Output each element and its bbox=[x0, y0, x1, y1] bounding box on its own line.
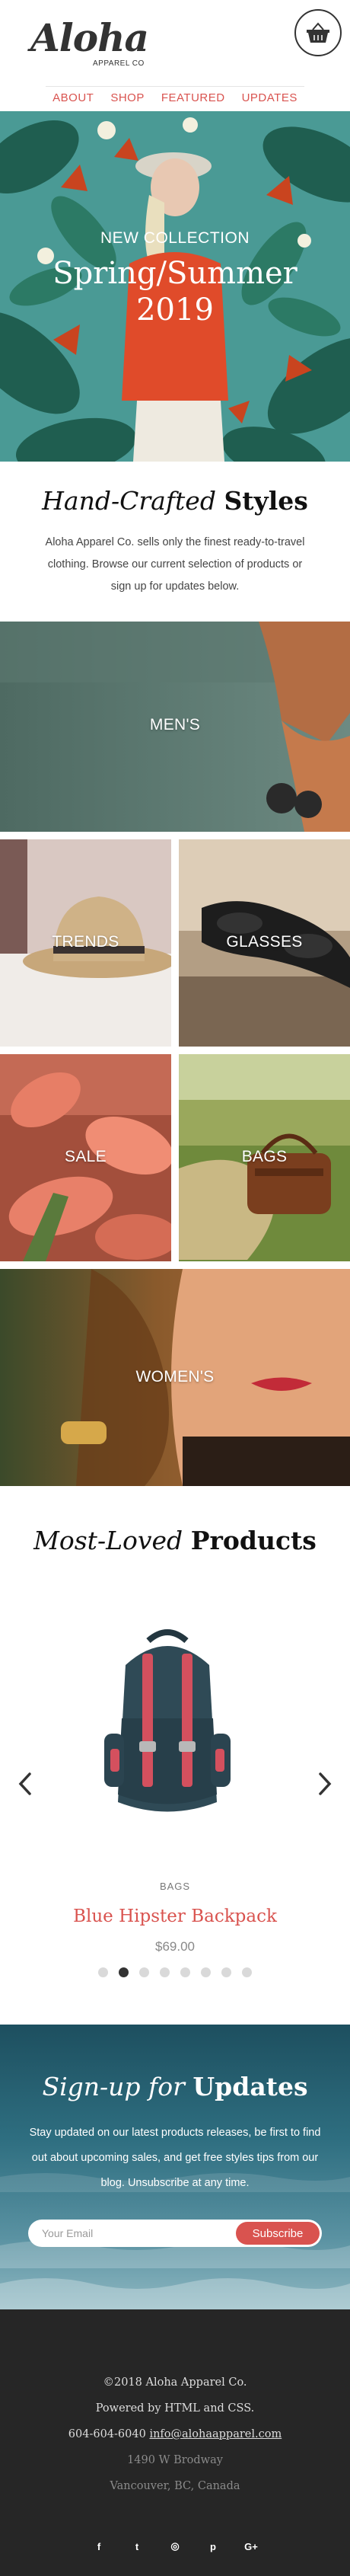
category-label-women: WOMEN'S bbox=[135, 1368, 215, 1385]
logo-subtitle: APPAREL CO bbox=[93, 59, 145, 68]
carousel-dot[interactable] bbox=[160, 1967, 170, 1977]
carousel-dot[interactable] bbox=[242, 1967, 252, 1977]
google-plus-icon[interactable]: G+ bbox=[243, 2538, 259, 2555]
products-title-bold: Products bbox=[190, 1526, 317, 1555]
brand-logo[interactable]: Aloha APPAREL CO bbox=[30, 15, 160, 69]
hero-title-line-1: Spring/Summer bbox=[52, 256, 298, 291]
carousel-dot[interactable] bbox=[98, 1967, 108, 1977]
email-field[interactable] bbox=[42, 2220, 232, 2247]
category-tile-men[interactable]: MEN'S bbox=[0, 622, 350, 832]
category-label-trends: TRENDS bbox=[52, 933, 119, 951]
footer-street: 1490 W Brodway bbox=[127, 2454, 223, 2466]
category-label-glasses: GLASSES bbox=[226, 933, 303, 951]
intro-title: Hand-Crafted Styles bbox=[0, 486, 350, 516]
nav-about[interactable]: ABOUT bbox=[52, 85, 94, 111]
hero-text: NEW COLLECTION Spring/Summer 2019 bbox=[0, 229, 350, 328]
signup-title-bold: Updates bbox=[192, 2072, 308, 2101]
footer-contact: 604-604-6040 info@alohaapparel.com bbox=[0, 2428, 350, 2440]
basket-icon bbox=[307, 22, 329, 43]
site-footer: ©2018 Aloha Apparel Co. Powered by HTML … bbox=[0, 2309, 350, 2576]
twitter-icon[interactable]: t bbox=[129, 2538, 145, 2555]
social-links: f t ◎ p G+ bbox=[0, 2538, 350, 2555]
carousel-next-button[interactable] bbox=[313, 1769, 336, 1799]
carousel-dot[interactable] bbox=[221, 1967, 231, 1977]
signup-title: Sign-up for Updates bbox=[0, 2072, 350, 2101]
carousel-dot[interactable] bbox=[180, 1967, 190, 1977]
main-nav: ABOUT SHOP FEATURED UPDATES bbox=[0, 85, 350, 111]
nav-shop[interactable]: SHOP bbox=[110, 85, 145, 111]
intro-section: Hand-Crafted Styles Aloha Apparel Co. se… bbox=[0, 462, 350, 622]
product-name[interactable]: Blue Hipster Backpack bbox=[0, 1906, 350, 1926]
carousel-dot[interactable] bbox=[201, 1967, 211, 1977]
intro-title-bold: Styles bbox=[224, 486, 308, 516]
cart-button[interactable] bbox=[294, 9, 342, 56]
footer-city: Vancouver, BC, Canada bbox=[110, 2480, 240, 2492]
category-tile-trends[interactable]: TRENDS bbox=[0, 839, 171, 1047]
signup-form: Subscribe bbox=[28, 2220, 322, 2247]
chevron-left-icon bbox=[18, 1772, 31, 1795]
category-tile-glasses[interactable]: GLASSES bbox=[179, 839, 350, 1047]
category-tile-women[interactable]: WOMEN'S bbox=[0, 1269, 350, 1486]
footer-phone[interactable]: 604-604-6040 bbox=[68, 2428, 146, 2440]
instagram-icon[interactable]: ◎ bbox=[167, 2538, 183, 2555]
facebook-icon[interactable]: f bbox=[91, 2538, 107, 2555]
footer-powered: Powered by HTML and CSS. bbox=[95, 2402, 255, 2415]
product-image-backpack[interactable] bbox=[95, 1627, 240, 1825]
products-title-italic: Most-Loved bbox=[33, 1526, 183, 1555]
chevron-right-icon bbox=[319, 1772, 332, 1795]
category-tile-bags[interactable]: BAGS bbox=[179, 1054, 350, 1261]
hero-title-line-2: 2019 bbox=[136, 292, 214, 328]
nav-updates[interactable]: UPDATES bbox=[242, 85, 298, 111]
intro-body: Aloha Apparel Co. sells only the finest … bbox=[45, 536, 305, 593]
site-header: Aloha APPAREL CO ABOUT SHOP FEATURED UPD… bbox=[0, 0, 350, 107]
products-title: Most-Loved Products bbox=[0, 1526, 350, 1555]
footer-copyright: ©2018 Aloha Apparel Co. bbox=[103, 2376, 247, 2389]
category-label-bags: BAGS bbox=[241, 1148, 288, 1165]
product-category: BAGS bbox=[159, 1881, 191, 1892]
intro-title-italic: Hand-Crafted bbox=[42, 486, 216, 516]
nav-featured[interactable]: FEATURED bbox=[161, 85, 225, 111]
subscribe-button[interactable]: Subscribe bbox=[236, 2222, 320, 2245]
logo-script-text: Aloha bbox=[30, 15, 149, 60]
carousel-dot[interactable] bbox=[119, 1967, 129, 1977]
pinterest-icon[interactable]: p bbox=[205, 2538, 221, 2555]
signup-title-italic: Sign-up for bbox=[42, 2072, 185, 2101]
signup-section: Sign-up for Updates Stay updated on our … bbox=[0, 2025, 350, 2309]
carousel-dot[interactable] bbox=[139, 1967, 149, 1977]
category-label-men: MEN'S bbox=[149, 716, 201, 733]
footer-email-link[interactable]: info@alohaapparel.com bbox=[149, 2428, 282, 2440]
carousel-pagination bbox=[0, 1967, 350, 1977]
category-tile-sale[interactable]: SALE bbox=[0, 1054, 171, 1261]
product-price: $69.00 bbox=[155, 1939, 195, 1954]
category-label-sale: SALE bbox=[65, 1148, 107, 1165]
signup-body: Stay updated on our latest products rele… bbox=[29, 2127, 321, 2189]
hero-kicker: NEW COLLECTION bbox=[100, 229, 250, 247]
hero-banner: NEW COLLECTION Spring/Summer 2019 bbox=[0, 111, 350, 462]
carousel-prev-button[interactable] bbox=[14, 1769, 37, 1799]
